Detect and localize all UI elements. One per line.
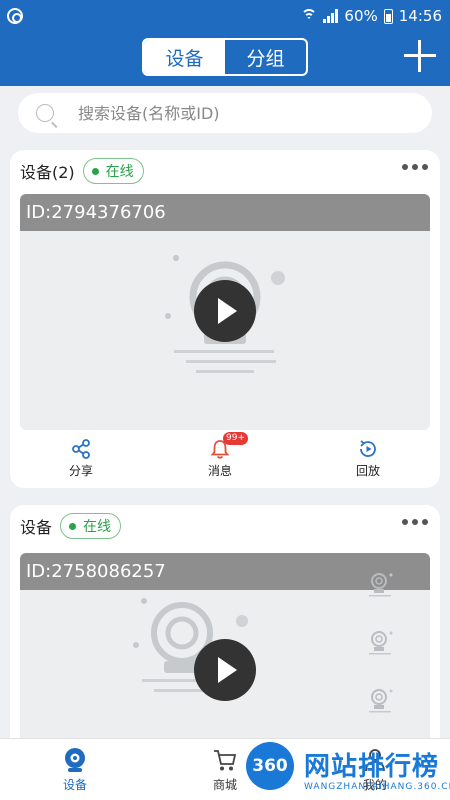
nav-store-label: 商城: [212, 778, 237, 792]
tab-groups[interactable]: 分组: [225, 40, 306, 74]
top-bar: 60% 14:56 设备 分组: [0, 0, 450, 86]
online-dot-icon: [91, 167, 99, 175]
watermark-text: 网站排行榜: [304, 752, 440, 782]
nav-devices[interactable]: 设备: [40, 747, 110, 793]
status-bar: 60% 14:56: [0, 0, 450, 32]
device-group-title: 设备(2): [20, 163, 75, 182]
status-right: 60% 14:56: [301, 6, 442, 26]
clock: 14:56: [398, 7, 442, 25]
watermark: 360 网站排行榜 WANGZHANPAIHANG.360.CN: [238, 742, 450, 800]
wifi-icon: [301, 9, 318, 23]
share-button[interactable]: 分享: [51, 438, 111, 479]
device-group-title: 设备: [20, 518, 53, 537]
play-button[interactable]: [194, 280, 256, 342]
search-bar[interactable]: [18, 93, 432, 133]
more-options-button[interactable]: [402, 519, 428, 525]
device-card: 设备(2) 在线 ID:2794376706 分享 99+ 消息 回放: [10, 150, 440, 488]
replay-icon: [360, 440, 376, 457]
play-button[interactable]: [194, 639, 256, 701]
battery-icon: [383, 8, 393, 24]
online-dot-icon: [69, 522, 77, 530]
search-icon: [36, 104, 54, 122]
status-label: 在线: [83, 519, 112, 535]
video-preview[interactable]: ID:2758086257: [20, 553, 430, 765]
video-preview[interactable]: ID:2794376706: [20, 194, 430, 430]
cart-icon: [214, 750, 237, 771]
watermark-logo: 360: [246, 742, 294, 790]
camera-icon: [65, 748, 85, 772]
signal-icon: [323, 9, 339, 23]
app-notification-icon: [7, 8, 23, 24]
camera-thumbnail-icon: [369, 631, 393, 655]
card-header: 设备(2) 在线: [20, 156, 144, 186]
messages-label: 消息: [207, 464, 232, 478]
camera-thumbnail-icon: [369, 573, 393, 597]
playback-button[interactable]: 回放: [338, 438, 398, 479]
messages-button[interactable]: 99+ 消息: [190, 432, 250, 479]
card-header: 设备 在线: [20, 511, 122, 541]
device-id: ID:2794376706: [20, 194, 430, 231]
status-badge: 在线: [82, 158, 144, 184]
watermark-url: WANGZHANPAIHANG.360.CN: [304, 782, 450, 792]
add-device-button[interactable]: [404, 40, 436, 72]
battery-percent: 60%: [344, 7, 378, 25]
device-card: 设备 在线 ID:2758086257: [10, 505, 440, 765]
camera-thumbnail-icon: [369, 689, 393, 713]
segment-control: 设备 分组: [142, 38, 308, 76]
nav-devices-label: 设备: [62, 778, 87, 792]
more-options-button[interactable]: [402, 164, 428, 170]
status-label: 在线: [105, 164, 134, 180]
search-input[interactable]: [78, 103, 378, 123]
share-label: 分享: [68, 464, 93, 478]
card-actions: 分享 99+ 消息 回放: [10, 432, 440, 482]
unread-badge: 99+: [223, 432, 248, 445]
playback-label: 回放: [355, 464, 380, 478]
tab-devices[interactable]: 设备: [144, 40, 225, 74]
share-icon: [72, 439, 90, 459]
status-badge: 在线: [60, 513, 122, 539]
